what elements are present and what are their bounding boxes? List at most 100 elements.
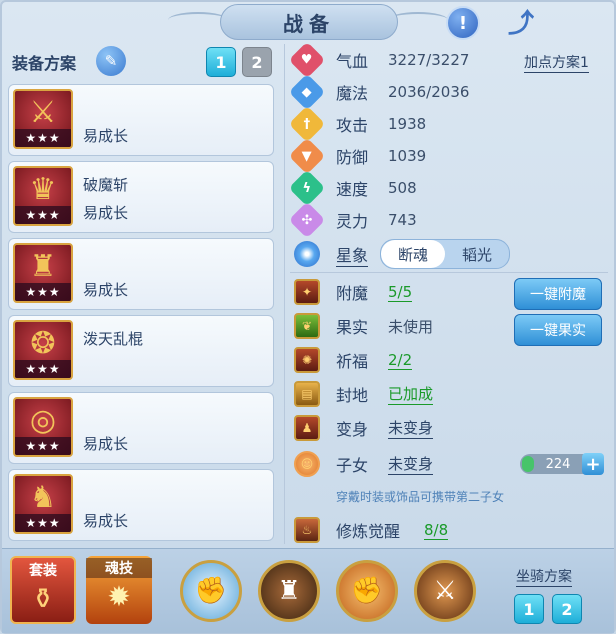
- extra-row-blessing: ✺ 祈福 2/2: [294, 346, 413, 374]
- equipment-trait: 易成长: [83, 435, 129, 453]
- skill-giant-icon[interactable]: ♜: [258, 560, 320, 622]
- extra-label: 子女: [336, 456, 369, 475]
- stat-row-hp: ♥ 气血 3227/3227: [288, 41, 469, 79]
- stat-label: 攻击: [336, 116, 369, 135]
- cultivation-row: ♨ 修炼觉醒 8/8: [294, 516, 449, 544]
- boots-icon: ♞ ★★★: [13, 474, 73, 534]
- equipment-trait: 易成长: [83, 281, 129, 299]
- skill-punch-icon[interactable]: ✊: [336, 560, 398, 622]
- extra-label: 变身: [336, 420, 369, 439]
- extra-value[interactable]: 2/2: [388, 351, 413, 370]
- speed-icon: ϟ: [288, 169, 326, 207]
- info-icon[interactable]: !: [446, 6, 480, 40]
- equipment-plan-label: 装备方案: [12, 54, 77, 73]
- attack-icon: †: [288, 105, 326, 143]
- equipment-trait: 易成长: [83, 204, 129, 222]
- heart-icon: ♥: [288, 41, 326, 79]
- necklace-icon: ❂ ★★★: [13, 320, 73, 380]
- extra-row-fruit: ❦ 果实 未使用: [294, 312, 433, 340]
- suit-tab[interactable]: 套装 ⚱: [10, 556, 76, 624]
- spirit-icon: ✣: [288, 201, 326, 239]
- child-item-count: 224: [545, 456, 571, 472]
- star-sign-link[interactable]: 星象: [336, 242, 369, 267]
- equipment-slot-3[interactable]: ♜ ★★★ 易成长: [8, 238, 274, 310]
- stat-row-mp: ◆ 魔法 2036/2036: [288, 73, 470, 111]
- stat-value: 2036/2036: [388, 83, 470, 101]
- equipment-slot-4[interactable]: ❂ ★★★ 泼天乱棍: [8, 315, 274, 387]
- enchant-icon: ✦: [294, 279, 320, 305]
- treasure-pot-icon: ⚱: [31, 582, 55, 615]
- cultivation-icon: ♨: [294, 517, 320, 543]
- stat-row-speed: ϟ 速度 508: [288, 169, 417, 207]
- stat-label: 速度: [336, 180, 369, 199]
- edit-pencil-icon[interactable]: ✎: [96, 46, 126, 76]
- extra-label: 附魔: [336, 284, 369, 303]
- equipment-name: 破魔斩: [83, 176, 129, 194]
- star-sign-option-taoguang[interactable]: 韬光: [445, 240, 509, 268]
- one-click-enchant-button[interactable]: 一键附魔: [514, 278, 602, 310]
- bless-icon: ✺: [294, 347, 320, 373]
- cultivation-value[interactable]: 8/8: [424, 521, 449, 540]
- suit-tab-label: 套装: [29, 563, 57, 579]
- extra-value[interactable]: 5/5: [388, 283, 413, 302]
- equipment-trait: 易成长: [83, 512, 129, 530]
- stat-label: 防御: [336, 148, 369, 167]
- title-ornament-left: [168, 12, 228, 28]
- attribute-plan-link[interactable]: 加点方案1: [524, 52, 589, 73]
- column-divider: [284, 44, 285, 544]
- extra-value[interactable]: 未变身: [388, 453, 434, 475]
- soul-skill-tab-label: 魂技: [86, 558, 152, 578]
- fruit-icon: ❦: [294, 313, 320, 339]
- star-rating: ★★★: [15, 437, 71, 455]
- star-sign-option-duanhun[interactable]: 断魂: [381, 240, 446, 268]
- mana-icon: ◆: [288, 73, 326, 111]
- stat-value: 508: [388, 179, 417, 197]
- stat-row-spirit: ✣ 灵力 743: [288, 201, 417, 239]
- leaf-icon: [522, 456, 534, 472]
- star-rating: ★★★: [15, 206, 71, 224]
- stat-row-defense: ▼ 防御 1039: [288, 137, 426, 175]
- equipment-slot-5[interactable]: ◎ ★★★ 易成长: [8, 392, 274, 464]
- window-title: 战备: [220, 4, 398, 40]
- extra-value[interactable]: 已加成: [388, 383, 434, 405]
- second-child-hint: 穿戴时装或饰品可携带第二子女: [336, 490, 505, 504]
- extra-row-child: ☺ 子女 未变身: [294, 450, 434, 478]
- extra-label: 封地: [336, 386, 369, 405]
- equipment-plan-2-button[interactable]: 2: [242, 47, 272, 77]
- section-divider: [290, 272, 608, 273]
- one-click-fruit-button[interactable]: 一键果实: [514, 314, 602, 346]
- equipment-slot-1[interactable]: ⚔ ★★★ 易成长: [8, 84, 274, 156]
- share-icon[interactable]: ⤴: [506, 6, 536, 39]
- star-sign-toggle: 断魂 韬光: [380, 239, 511, 269]
- equipment-slot-6[interactable]: ♞ ★★★ 易成长: [8, 469, 274, 541]
- extra-label: 果实: [336, 318, 369, 337]
- stat-row-attack: † 攻击 1938: [288, 105, 427, 143]
- equipment-slot-2[interactable]: ♛ ★★★ 破魔斩 易成长: [8, 161, 274, 233]
- child-icon: ☺: [294, 451, 320, 477]
- star-rating: ★★★: [15, 283, 71, 301]
- skill-fist-ice-icon[interactable]: ✊: [180, 560, 242, 622]
- skill-blade-icon[interactable]: ⚔: [414, 560, 476, 622]
- extra-row-transform: ♟ 变身 未变身: [294, 414, 434, 442]
- equipment-trait: 易成长: [83, 127, 129, 145]
- sword-icon: ⚔ ★★★: [13, 89, 73, 149]
- fief-icon: ▤: [294, 381, 320, 407]
- star-sign-icon: [294, 241, 320, 267]
- helmet-icon: ♛ ★★★: [13, 166, 73, 226]
- mount-plan-2-button[interactable]: 2: [552, 594, 582, 624]
- extra-label: 祈福: [336, 352, 369, 371]
- extra-value: 未使用: [388, 317, 434, 336]
- extra-row-fief: ▤ 封地 已加成: [294, 380, 434, 408]
- mount-plan-1-button[interactable]: 1: [514, 594, 544, 624]
- stat-value: 1938: [388, 115, 427, 133]
- armor-icon: ♜ ★★★: [13, 243, 73, 303]
- belt-icon: ◎ ★★★: [13, 397, 73, 457]
- soul-skill-tab[interactable]: 魂技 ✹: [86, 556, 152, 624]
- equipment-plan-1-button[interactable]: 1: [206, 47, 236, 77]
- extra-value[interactable]: 未变身: [388, 417, 434, 439]
- stat-label: 魔法: [336, 84, 369, 103]
- cultivation-label: 修炼觉醒: [336, 522, 401, 541]
- stat-value: 743: [388, 211, 417, 229]
- stat-label: 气血: [336, 52, 369, 71]
- plus-icon[interactable]: +: [582, 453, 604, 475]
